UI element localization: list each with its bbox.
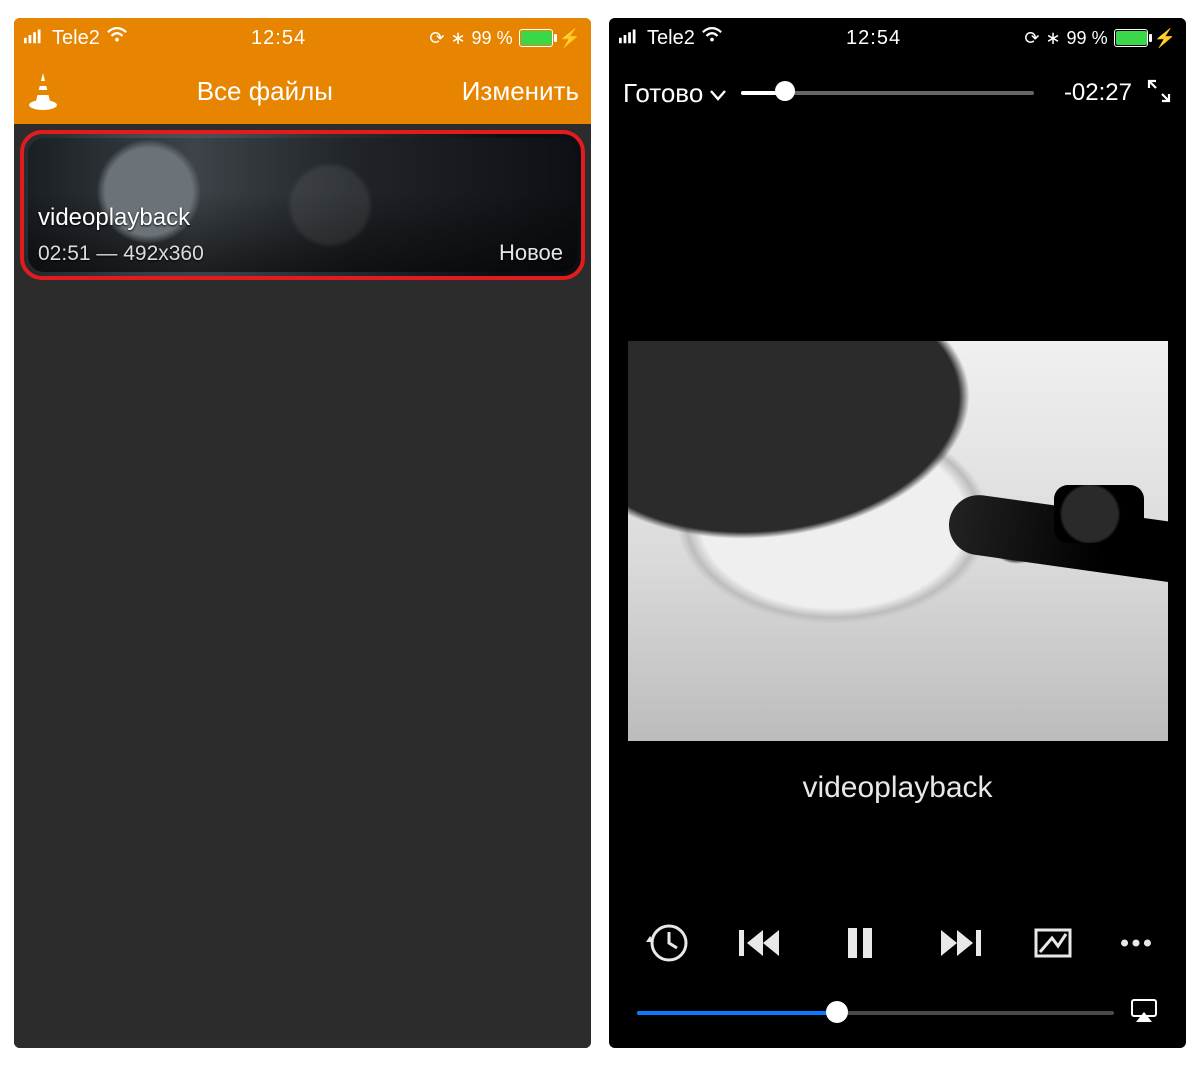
video-item-title: videoplayback (38, 204, 190, 232)
status-right: ⟳ ∗ 99 % ⚡ (1024, 28, 1176, 49)
now-playing-title: videoplayback (802, 771, 992, 805)
carrier-label: Tele2 (52, 27, 100, 50)
wifi-icon (106, 26, 128, 50)
pause-button[interactable] (830, 918, 890, 968)
status-left: Tele2 (619, 26, 723, 50)
bluetooth-icon: ∗ (450, 28, 465, 49)
battery-icon (1114, 29, 1148, 47)
seek-thumb[interactable] (775, 81, 795, 101)
charging-icon: ⚡ (1154, 28, 1176, 49)
volume-thumb[interactable] (826, 1001, 848, 1023)
status-left: Tele2 (24, 26, 128, 50)
done-button[interactable]: Готово (623, 78, 727, 109)
battery-percent: 99 % (1067, 28, 1108, 49)
video-content-art (628, 341, 1168, 741)
battery-percent: 99 % (472, 28, 513, 49)
library-navbar: Все файлы Изменить (14, 58, 591, 124)
library-list[interactable]: videoplayback 02:51 — 492x360 Новое (14, 124, 591, 1048)
next-button[interactable] (932, 918, 992, 968)
chevron-down-icon (709, 78, 727, 109)
battery-icon (519, 29, 553, 47)
status-bar: Tele2 12:54 ⟳ ∗ 99 % ⚡ (14, 18, 591, 58)
cellular-icon (619, 26, 641, 50)
video-list-item[interactable]: videoplayback 02:51 — 492x360 Новое (20, 130, 585, 280)
cellular-icon (24, 26, 46, 50)
rotation-lock-icon: ⟳ (1024, 28, 1039, 49)
video-item-badge: Новое (499, 240, 563, 266)
status-bar: Tele2 12:54 ⟳ ∗ 99 % ⚡ (609, 18, 1186, 58)
aspect-ratio-icon[interactable] (1023, 918, 1083, 968)
edit-button[interactable]: Изменить (462, 76, 579, 107)
done-label: Готово (623, 78, 703, 109)
phone-library: Tele2 12:54 ⟳ ∗ 99 % ⚡ Все файлы Изменит… (14, 18, 591, 1048)
charging-icon: ⚡ (559, 28, 581, 49)
library-title: Все файлы (68, 76, 462, 107)
volume-row (609, 988, 1186, 1048)
previous-button[interactable] (728, 918, 788, 968)
phone-player: Tele2 12:54 ⟳ ∗ 99 % ⚡ Готово -02:27 (609, 18, 1186, 1048)
airplay-icon[interactable] (1130, 998, 1158, 1029)
status-time: 12:54 (128, 27, 430, 50)
fullscreen-icon[interactable] (1146, 78, 1172, 109)
playback-controls (609, 898, 1186, 988)
vlc-cone-icon[interactable] (26, 71, 60, 111)
wifi-icon (701, 26, 723, 50)
video-stage[interactable]: videoplayback (609, 128, 1186, 898)
carrier-label: Tele2 (647, 27, 695, 50)
bluetooth-icon: ∗ (1045, 28, 1060, 49)
transport-controls (728, 918, 992, 968)
history-icon[interactable] (637, 918, 697, 968)
video-item-meta: 02:51 — 492x360 (38, 242, 204, 266)
volume-progress (637, 1011, 837, 1015)
more-icon[interactable] (1114, 918, 1158, 968)
seek-slider[interactable] (741, 89, 1034, 97)
player-top-bar: Готово -02:27 (609, 58, 1186, 128)
volume-slider[interactable] (637, 1010, 1114, 1016)
video-frame (628, 341, 1168, 741)
status-right: ⟳ ∗ 99 % ⚡ (429, 28, 581, 49)
time-remaining: -02:27 (1048, 79, 1132, 107)
status-time: 12:54 (723, 27, 1025, 50)
rotation-lock-icon: ⟳ (429, 28, 444, 49)
